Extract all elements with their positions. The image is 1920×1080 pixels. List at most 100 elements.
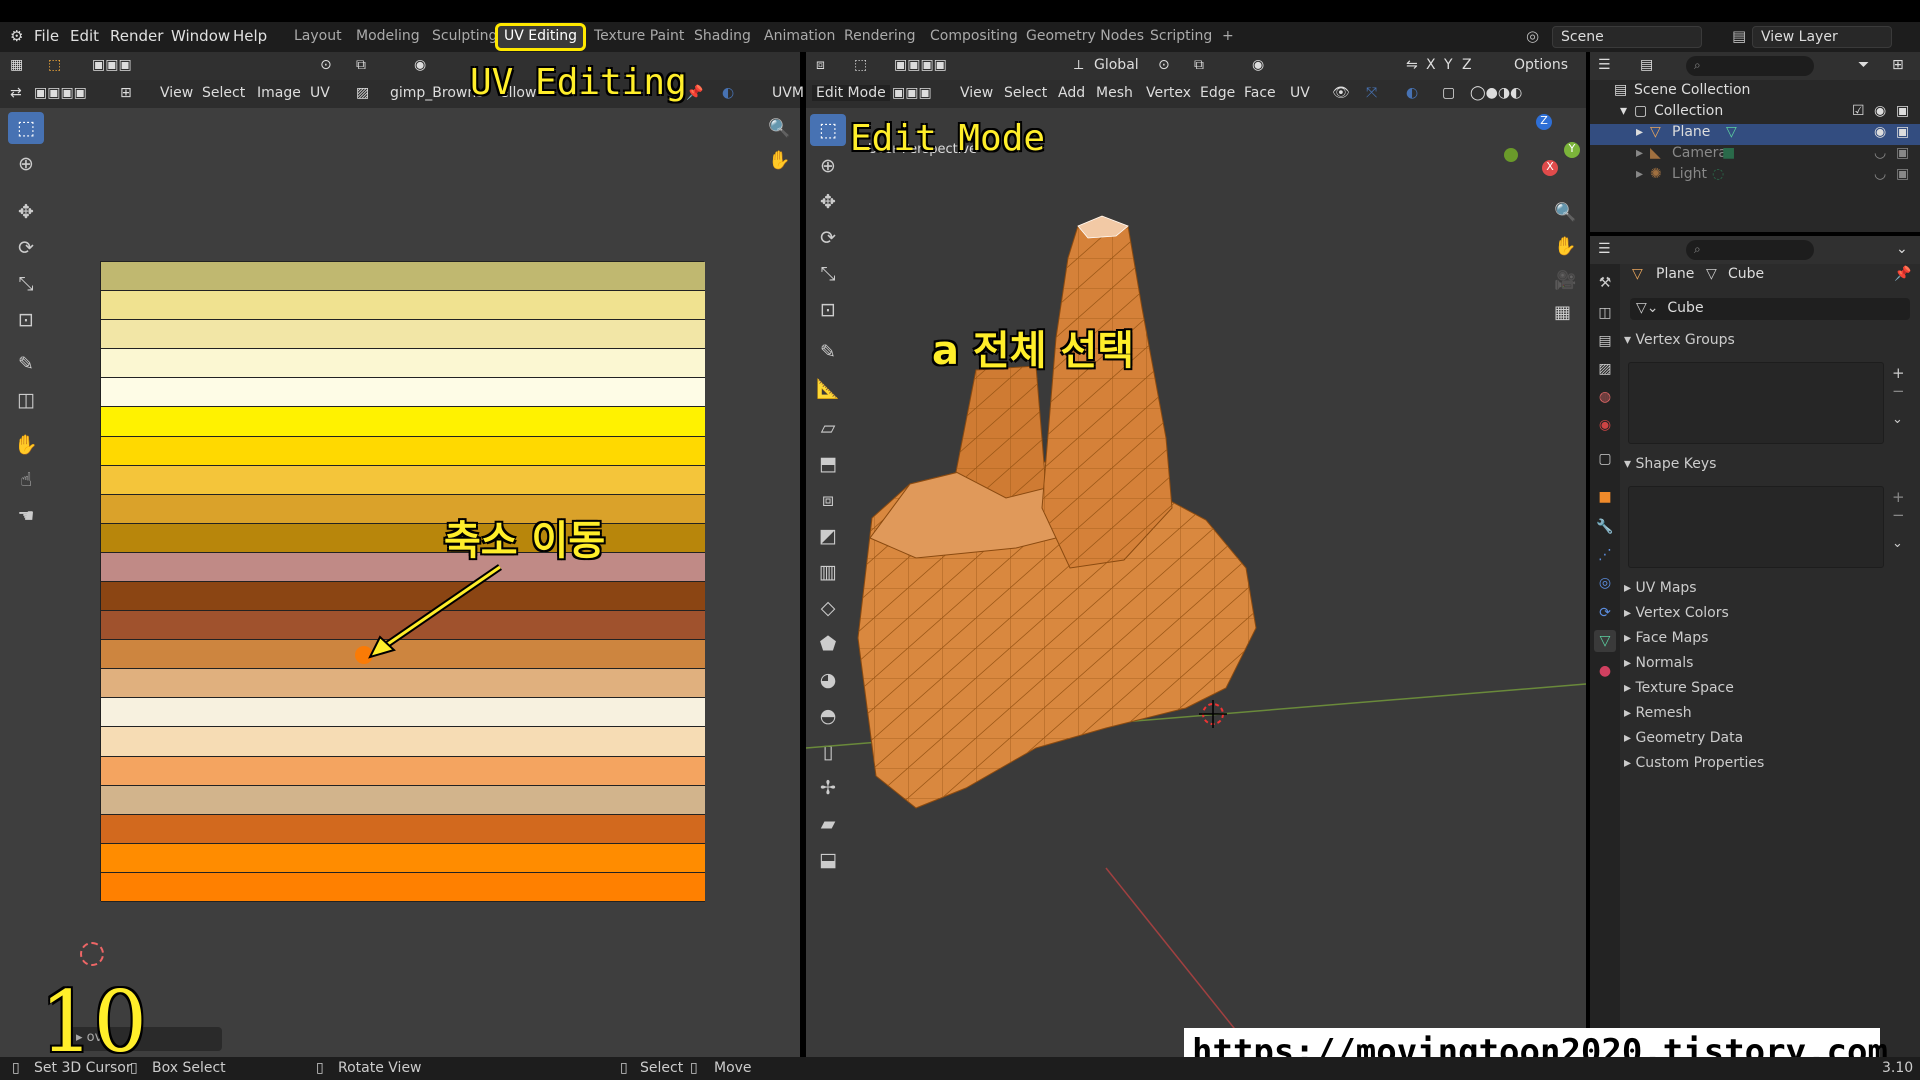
eye-icon[interactable]: ◉ [1874, 124, 1886, 140]
pivot-icon[interactable]: ⊙ [320, 57, 332, 73]
editor-type-icon[interactable]: ▦ [10, 57, 23, 73]
uv-editor[interactable]: ▦ ⬚ ▣▣▣ ⊙ ⧉ ◉ ⇄ ▣▣▣▣ ⊞ View Select Image… [0, 52, 804, 1057]
view3d-menu-uv[interactable]: UV [1290, 85, 1310, 101]
view3d-pan-icon[interactable]: ✋ [1554, 236, 1576, 257]
expand-icon[interactable]: ▸ [1636, 145, 1643, 161]
mesh-data-tab-icon[interactable]: ▽ [1594, 630, 1616, 652]
properties-options-icon[interactable]: ⌄ [1896, 241, 1908, 257]
options-dropdown[interactable]: Options [1514, 57, 1568, 73]
view3d-menu-vertex[interactable]: Vertex [1146, 85, 1191, 101]
transform-pivot-icon[interactable]: ⊙ [1158, 57, 1170, 73]
uv-menu-select[interactable]: Select [202, 85, 245, 101]
sync-selection-icon[interactable]: ⇄ [10, 85, 22, 101]
world-tab-icon[interactable]: ◉ [1594, 414, 1616, 436]
outliner-search-input[interactable]: ⌕ [1686, 56, 1814, 76]
properties-search-input[interactable]: ⌕ [1686, 240, 1814, 260]
gizmo-neg-y[interactable] [1504, 148, 1518, 162]
tab-sculpting[interactable]: Sculpting [426, 26, 503, 48]
section-vertex-groups[interactable]: ▾ Vertex Groups [1624, 332, 1914, 356]
camera-render-icon[interactable]: ▣ [1896, 103, 1909, 119]
uv-menu-view[interactable]: View [160, 85, 193, 101]
mirror-x[interactable]: X [1426, 57, 1436, 73]
remove-vertex-group-button[interactable]: − [1892, 382, 1905, 400]
output-tab-icon[interactable]: ▤ [1594, 330, 1616, 352]
eye-closed-icon[interactable]: ◡ [1874, 166, 1886, 182]
eye-icon[interactable]: ◉ [1874, 103, 1886, 119]
move-tool-icon[interactable]: ✥ [8, 196, 44, 228]
annotate-tool-icon[interactable]: ✎ [8, 348, 44, 380]
scale-tool-icon[interactable]: ⤡ [8, 268, 44, 300]
section-remesh[interactable]: ▸ Remesh [1624, 705, 1914, 729]
view3d-editor-type-icon[interactable]: ⧈ [816, 57, 825, 73]
uv-menu-uv[interactable]: UV [310, 85, 330, 101]
pinch-tool-icon[interactable]: ☚ [8, 500, 44, 532]
proportional-icon[interactable]: ◉ [1252, 57, 1264, 73]
tab-animation[interactable]: Animation [758, 26, 841, 48]
menu-file[interactable]: File [34, 27, 59, 45]
tab-layout[interactable]: Layout [288, 26, 348, 48]
view-layer-tab-icon[interactable]: ▨ [1594, 358, 1616, 380]
display-mode-icon[interactable]: ▤ [1640, 57, 1653, 73]
blender-logo-icon[interactable]: ⚙ [10, 27, 23, 45]
render-tab-icon[interactable]: ◫ [1594, 302, 1616, 324]
section-custom-properties[interactable]: ▸ Custom Properties [1624, 755, 1914, 779]
view3d-menu-edge[interactable]: Edge [1200, 85, 1235, 101]
rock-mesh[interactable] [806, 108, 1586, 1057]
menu-help[interactable]: Help [233, 27, 267, 45]
mirror-z[interactable]: Z [1462, 57, 1472, 73]
outliner-row-light[interactable]: ▸ ✺ Light ◌ ◡ ▣ [1590, 166, 1920, 187]
menu-render[interactable]: Render [110, 27, 163, 45]
outliner-row-collection[interactable]: ▾ ▢ Collection ☑ ◉ ▣ [1590, 103, 1920, 124]
expand-icon[interactable]: ▸ [1636, 166, 1643, 182]
outliner-row-scene-collection[interactable]: ▤ Scene Collection [1590, 82, 1920, 103]
add-shape-key-button[interactable]: + [1892, 488, 1905, 506]
camera-render-icon[interactable]: ▣ [1896, 124, 1909, 140]
orientation-icon[interactable]: ⟂ [1074, 57, 1083, 73]
gizmo-toggle-icon[interactable]: ⤧ [1366, 85, 1377, 101]
properties-editor-icon[interactable]: ☰ [1598, 241, 1611, 257]
cursor-tool-icon[interactable]: ⊕ [8, 148, 44, 180]
orientation-dropdown[interactable]: Global [1094, 57, 1139, 73]
uv-select-mode-icons[interactable]: ▣▣▣▣ [34, 85, 87, 101]
view-layer-selector[interactable]: View Layer [1752, 26, 1892, 48]
mirror-y[interactable]: Y [1444, 57, 1453, 73]
camera-view-icon[interactable]: 🎥 [1554, 270, 1576, 291]
navigation-gizmo[interactable]: Z Y X [1496, 114, 1586, 208]
mesh-datablock-field[interactable]: ▽⌄ Cube [1630, 298, 1910, 320]
section-uv-maps[interactable]: ▸ UV Maps [1624, 580, 1914, 604]
add-workspace-button[interactable]: + [1216, 26, 1240, 48]
properties-editor[interactable]: ☰ ⌕ ⌄ ⚒ ◫ ▤ ▨ ◍ ◉ ▢ ■ 🔧 ⋰ ◎ ⟳ ▽ ● ▽ Plan… [1590, 236, 1920, 1057]
section-shape-keys[interactable]: ▾ Shape Keys [1624, 456, 1914, 480]
snap-icon[interactable]: ⧉ [356, 57, 366, 73]
tab-geometry-nodes[interactable]: Geometry Nodes [1020, 26, 1150, 48]
modifier-tab-icon[interactable]: 🔧 [1594, 516, 1616, 538]
material-tab-icon[interactable]: ● [1594, 660, 1616, 682]
select-box-tool-icon[interactable]: ⬚ [8, 112, 44, 144]
zoom-icon[interactable]: 🔍 [768, 118, 790, 139]
gizmo-x-axis[interactable]: X [1542, 160, 1558, 176]
mirror-icon[interactable]: ⇋ [1406, 57, 1418, 73]
rotate-tool-icon[interactable]: ⟳ [8, 232, 44, 264]
tab-shading[interactable]: Shading [688, 26, 757, 48]
menu-edit[interactable]: Edit [70, 27, 99, 45]
shading-modes-icons[interactable]: ◯●◑◐ [1470, 85, 1522, 101]
section-vertex-colors[interactable]: ▸ Vertex Colors [1624, 605, 1914, 629]
tab-scripting[interactable]: Scripting [1144, 26, 1218, 48]
shape-key-menu-icon[interactable]: ⌄ [1892, 536, 1903, 551]
tab-compositing[interactable]: Compositing [924, 26, 1024, 48]
view3d-menu-add[interactable]: Add [1058, 85, 1085, 101]
gizmo-z-axis[interactable]: Z [1536, 114, 1552, 130]
view3d-menu-face[interactable]: Face [1244, 85, 1276, 101]
selection-mode-icons[interactable]: ▣▣▣ [92, 57, 132, 73]
section-geometry-data[interactable]: ▸ Geometry Data [1624, 730, 1914, 754]
tab-uv-editing[interactable]: UV Editing [494, 23, 587, 51]
overlay-toggle-icon[interactable]: ◐ [722, 85, 734, 101]
vertex-groups-list[interactable] [1628, 362, 1884, 444]
gizmo-y-axis[interactable]: Y [1564, 142, 1580, 158]
scene-selector[interactable]: Scene [1552, 26, 1702, 48]
tab-rendering[interactable]: Rendering [838, 26, 922, 48]
vertex-group-menu-icon[interactable]: ⌄ [1892, 412, 1903, 427]
xray-icon[interactable]: ▢ [1442, 85, 1455, 101]
view3d-menu-select[interactable]: Select [1004, 85, 1047, 101]
add-vertex-group-button[interactable]: + [1892, 364, 1905, 382]
